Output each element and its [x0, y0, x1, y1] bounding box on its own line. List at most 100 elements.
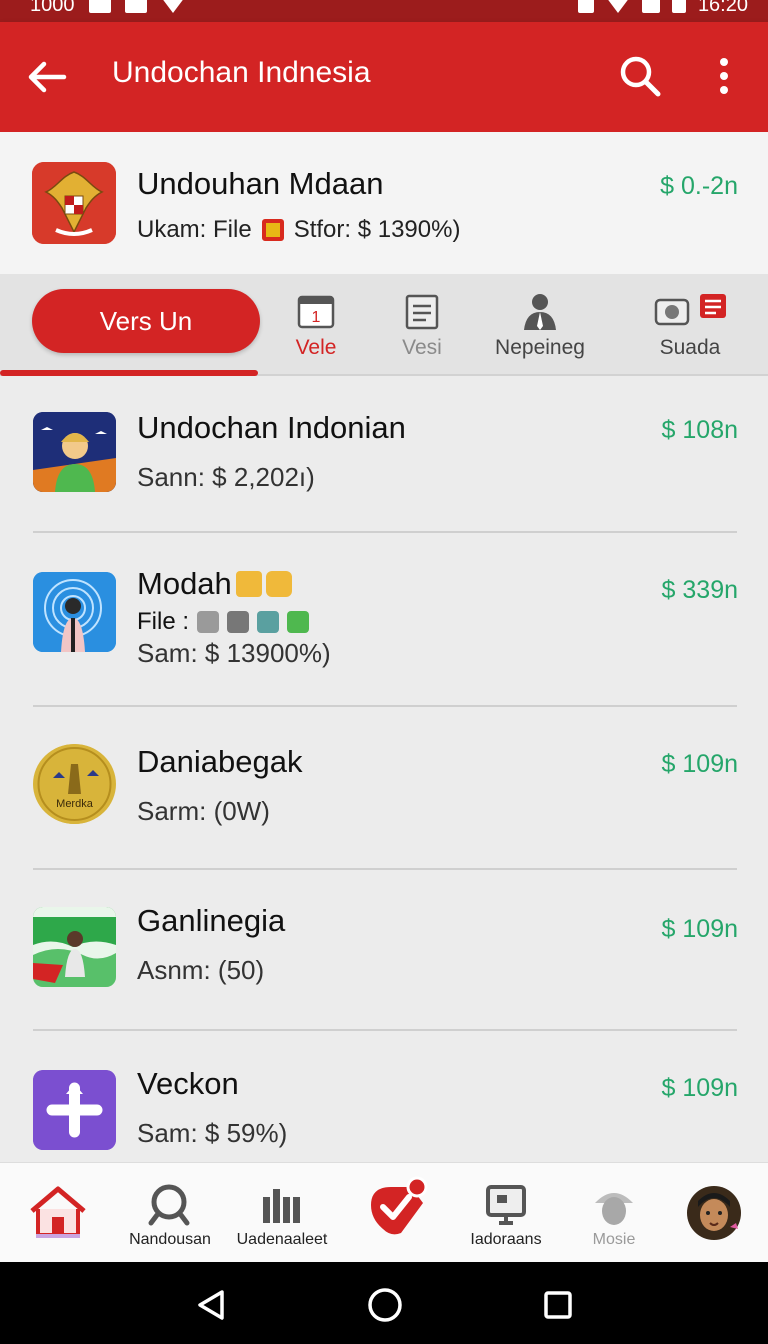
header-sub-right: Stfor: $ 1390%)	[293, 216, 461, 243]
plus-icon	[33, 1070, 116, 1150]
nav-uadenaaleet[interactable]: Uadenaaleet	[226, 1183, 338, 1249]
search-icon[interactable]	[618, 54, 662, 98]
item-price: $ 339n	[661, 576, 738, 604]
garuda-emblem-icon	[32, 162, 116, 244]
header-card[interactable]: Undouhan Mdaan Ukam: File Stfor: $ 1390%…	[0, 132, 768, 274]
recents-nav-icon[interactable]	[542, 1289, 574, 1321]
header-title: Undouhan Mdaan	[137, 166, 384, 201]
header-sub-left: Ukam: File	[137, 216, 252, 243]
nav-home[interactable]	[2, 1185, 114, 1243]
system-navigation-bar	[0, 1262, 768, 1344]
item-price: $ 108n	[661, 416, 738, 444]
monitor-icon	[486, 1185, 526, 1225]
message-icon	[124, 0, 147, 13]
back-nav-icon[interactable]	[194, 1288, 228, 1322]
item-thumbnail: Merdka	[33, 744, 116, 824]
home-icon	[30, 1186, 86, 1238]
page-title: Undochan Indnesia	[112, 56, 371, 89]
back-arrow-icon[interactable]	[24, 54, 70, 100]
battery-icon	[671, 0, 686, 13]
nav-mosie[interactable]: Mosie	[558, 1183, 670, 1249]
more-vert-icon[interactable]	[706, 54, 742, 98]
tab-label: Suada	[659, 336, 721, 359]
item-price: $ 109n	[661, 915, 738, 943]
item-name: Undochan Indonian	[137, 410, 406, 445]
tab-bar: Vers Un 1 Vele Vesi Nepeineg Suada	[0, 274, 768, 376]
status-bar: 1000 16:20	[0, 0, 768, 22]
list-item[interactable]: Merdka Daniabegak Sarm: (0W) $ 109n	[0, 708, 768, 868]
tab-label: Nepeineg	[495, 336, 585, 359]
nav-label: Iadoraans	[470, 1231, 542, 1248]
tab-nepeineg[interactable]: Nepeineg	[490, 292, 590, 360]
nav-label: Mosie	[592, 1231, 636, 1248]
divider	[33, 531, 737, 533]
signal-icon	[641, 0, 660, 13]
item-thumbnail	[33, 412, 116, 492]
search-icon	[148, 1184, 190, 1226]
nav-nandousan[interactable]: Nandousan	[114, 1183, 226, 1249]
flag-badge-icon	[261, 219, 284, 241]
location-icon	[577, 0, 594, 13]
tab-suada[interactable]: Suada	[640, 292, 740, 360]
item-price: $ 109n	[661, 1074, 738, 1102]
tab-vesi[interactable]: Vesi	[394, 292, 450, 360]
header-subtitle: Ukam: File Stfor: $ 1390%)	[137, 216, 460, 244]
nav-iadoraans[interactable]: Iadoraans	[450, 1183, 562, 1249]
divider	[33, 1029, 737, 1031]
item-subtitle: Asnm: (50)	[137, 955, 265, 985]
header-price: $ 0.-2n	[660, 172, 738, 200]
divider	[33, 705, 737, 707]
item-name: Daniabegak	[137, 744, 303, 779]
file-row: File :	[137, 608, 310, 636]
status-text: 1000	[30, 0, 75, 16]
hat-icon	[595, 1193, 633, 1225]
file-label: File :	[137, 608, 190, 635]
app-bar: Undochan Indnesia	[0, 22, 768, 132]
chat-small-icon	[257, 611, 280, 633]
nav-label: Uadenaaleet	[236, 1231, 328, 1248]
home-nav-icon[interactable]	[366, 1286, 404, 1324]
map-icon	[287, 611, 310, 633]
item-thumbnail	[33, 1070, 116, 1150]
item-subtitle: Sam: $ 59%)	[137, 1118, 288, 1148]
divider	[33, 868, 737, 870]
item-subtitle: Sam: $ 13900%)	[137, 638, 331, 668]
tab-indicator	[0, 370, 258, 376]
calendar-icon: 1	[297, 295, 335, 329]
item-thumbnail	[33, 572, 116, 652]
tag-check-icon	[371, 1176, 428, 1235]
wifi-icon	[160, 0, 185, 13]
nav-profile[interactable]	[662, 1185, 766, 1245]
list-item[interactable]: Modah File : Sam: $ 13900%) $ 339n	[0, 534, 768, 706]
clock: 16:20	[697, 0, 748, 16]
item-thumbnail	[33, 907, 116, 987]
item-name: Modah	[137, 566, 232, 601]
list-item[interactable]: Undochan Indonian Sann: $ 2,202ı) $ 108n	[0, 378, 768, 532]
item-name: Ganlinegia	[137, 903, 286, 938]
item-name-row: Modah	[137, 566, 292, 602]
tab-vele[interactable]: 1 Vele	[288, 292, 344, 360]
coin-text: Merdka	[56, 798, 94, 810]
list-item[interactable]: Veckon Sam: $ 59%) $ 109n	[0, 1032, 768, 1162]
nav-tag-check[interactable]	[340, 1175, 452, 1243]
list-item[interactable]: Ganlinegia Asnm: (50) $ 109n	[0, 871, 768, 1029]
tab-label: Vesi	[402, 336, 442, 359]
item-price: $ 109n	[661, 750, 738, 778]
nav-label: Nandousan	[129, 1231, 211, 1248]
play-icon	[197, 611, 220, 633]
emoji-smile-icon	[265, 571, 292, 597]
clipboard-icon	[405, 294, 439, 330]
item-name: Veckon	[137, 1066, 239, 1101]
bars-icon	[263, 1189, 300, 1223]
tab-label: Vele	[295, 336, 337, 359]
notification-icon	[88, 0, 111, 13]
tab-versun[interactable]: Vers Un	[32, 289, 260, 353]
wifi-icon	[605, 0, 630, 13]
person-icon	[524, 294, 556, 330]
bottom-navigation: Nandousan Uadenaaleet Iadoraans Mosie	[0, 1162, 768, 1262]
item-subtitle: Sarm: (0W)	[137, 796, 270, 826]
emoji-face-icon	[235, 571, 262, 597]
tool-icon	[227, 611, 250, 633]
avatar	[687, 1186, 741, 1240]
item-subtitle: Sann: $ 2,202ı)	[137, 462, 315, 492]
